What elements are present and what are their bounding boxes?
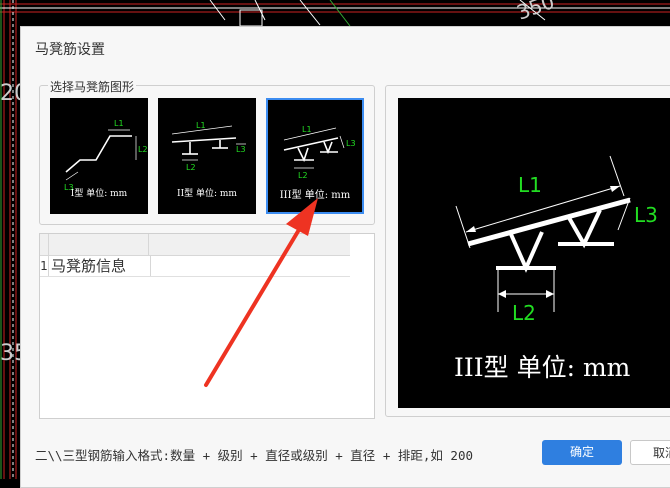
group-title: 选择马凳筋图形 bbox=[48, 78, 137, 95]
type3-dim-l1: L1 bbox=[302, 125, 312, 134]
table-row[interactable]: 1 马凳筋信息 bbox=[40, 256, 350, 277]
type3-label: III型 单位: mm bbox=[279, 190, 351, 201]
shape-preview-panel: L1 L2 L3 III型 单位: mm bbox=[385, 85, 670, 417]
type2-label: II型 单位: mm bbox=[177, 189, 237, 199]
input-format-hint: 二\\三型钢筋输入格式:数量 + 级别 + 直径或级别 + 直径 + 排距,如 … bbox=[35, 448, 474, 463]
row-number: 1 bbox=[40, 256, 49, 276]
cad-text: 350 bbox=[514, 0, 558, 25]
type1-dim-l1: L1 bbox=[114, 119, 124, 128]
stirrup-info-table: 1 马凳筋信息 bbox=[39, 233, 375, 419]
type2-dim-l2: L2 bbox=[186, 163, 196, 172]
preview-dim-l2: L2 bbox=[512, 301, 536, 325]
stirrup-settings-dialog: 马凳筋设置 选择马凳筋图形 L1 L2 L3 I型 单位: mm L1 L2 L… bbox=[20, 26, 670, 488]
row-name-cell[interactable]: 马凳筋信息 bbox=[49, 256, 151, 276]
dialog-title: 马凳筋设置 bbox=[35, 42, 105, 58]
shape-option-type1[interactable]: L1 L2 L3 I型 单位: mm bbox=[50, 98, 148, 214]
preview-dim-l3: L3 bbox=[634, 203, 658, 227]
table-header bbox=[40, 234, 350, 256]
type2-dim-l1: L1 bbox=[196, 121, 206, 130]
shape-option-type3[interactable]: L1 L2 L3 III型 单位: mm bbox=[266, 98, 364, 214]
type1-label: I型 单位: mm bbox=[70, 189, 128, 199]
table-header-name bbox=[48, 234, 149, 255]
ok-button[interactable]: 确定 bbox=[542, 440, 622, 465]
shape-preview: L1 L2 L3 III型 单位: mm bbox=[398, 98, 670, 408]
type3-dim-l3: L3 bbox=[346, 139, 356, 148]
shape-selection-group: 选择马凳筋图形 L1 L2 L3 I型 单位: mm L1 L2 L3 II型 … bbox=[39, 78, 375, 225]
type1-dim-l2: L2 bbox=[138, 145, 148, 154]
shape-option-type2[interactable]: L1 L2 L3 II型 单位: mm bbox=[158, 98, 256, 214]
preview-caption: III型 单位: mm bbox=[454, 353, 631, 382]
type2-dim-l3: L3 bbox=[236, 145, 246, 154]
preview-dim-l1: L1 bbox=[518, 173, 542, 197]
cancel-button[interactable]: 取消 bbox=[630, 440, 670, 465]
type3-dim-l2: L2 bbox=[298, 171, 308, 180]
